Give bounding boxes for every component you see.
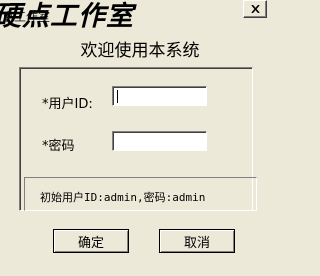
password-input[interactable]: [112, 131, 207, 151]
close-button[interactable]: [243, 0, 267, 18]
user-id-label: *用户ID:: [42, 97, 93, 112]
title-bar: 硬点工作室 硬点工作室: [0, 0, 280, 32]
dialog-heading: 欢迎使用本系统: [80, 41, 200, 61]
user-id-input[interactable]: [112, 86, 207, 106]
password-label: *密码: [42, 139, 75, 154]
brand-watermark: 硬点工作室: [0, 1, 134, 32]
text-caret: [117, 90, 118, 103]
cancel-button[interactable]: 取消: [159, 229, 235, 253]
ok-button[interactable]: 确定: [53, 229, 129, 253]
close-icon: [250, 5, 260, 13]
default-credentials-hint: 初始用户ID:admin,密码:admin: [40, 191, 206, 204]
